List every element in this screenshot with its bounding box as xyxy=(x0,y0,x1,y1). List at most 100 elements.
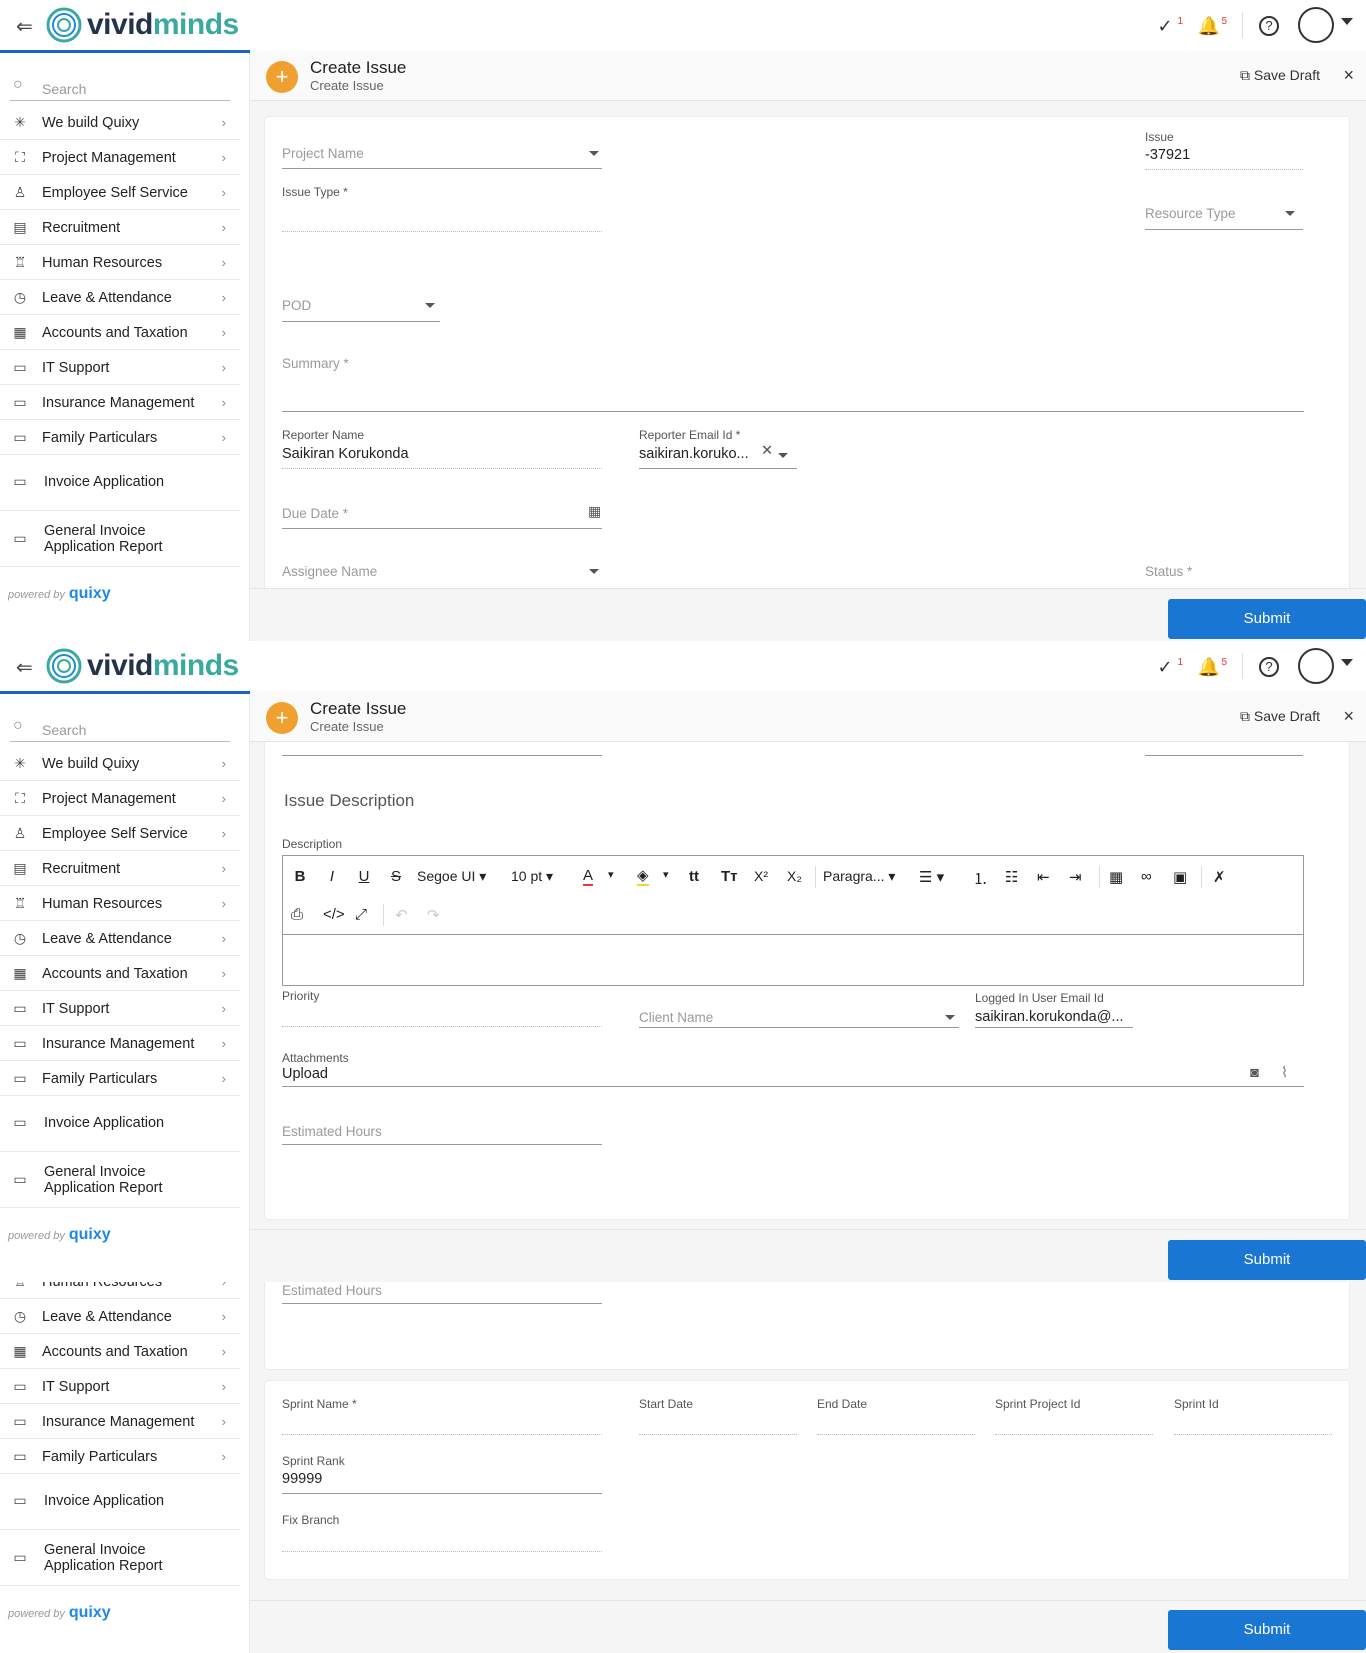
dropdown-arrow-icon[interactable] xyxy=(778,453,788,458)
undo-icon[interactable]: ↶ xyxy=(395,906,408,924)
priority-field[interactable] xyxy=(282,1026,602,1027)
print-icon[interactable]: ⎙ xyxy=(291,906,303,923)
sidebar-item-we-build-quixy[interactable]: ✳ We build Quixy › xyxy=(0,746,240,781)
subscript-button[interactable]: X₂ xyxy=(787,868,802,884)
bold-button[interactable]: B xyxy=(291,868,309,885)
unordered-list-icon[interactable]: ☷ xyxy=(1005,868,1018,886)
sidebar-item-it-support[interactable]: ▭ IT Support › xyxy=(0,1369,240,1404)
sidebar-item-human-resources[interactable]: ♖ Human Resources › xyxy=(0,886,240,921)
font-family-select[interactable]: Segoe UI ▾ xyxy=(417,868,486,885)
sidebar-item-project-management[interactable]: ⛶ Project Management › xyxy=(0,781,240,816)
sidebar-item-insurance-management[interactable]: ▭ Insurance Management › xyxy=(0,385,240,420)
align-left-icon[interactable]: ☰ ▾ xyxy=(919,868,944,886)
client-name-field[interactable]: Client Name xyxy=(639,1010,713,1025)
sprint-project-id-field[interactable] xyxy=(995,1434,1153,1435)
sidebar-item-leave-attendance[interactable]: ◷ Leave & Attendance › xyxy=(0,921,240,956)
project-name-field[interactable]: Project Name xyxy=(282,146,364,161)
dropdown-arrow-icon[interactable] xyxy=(589,569,599,574)
sidebar-item-recruitment[interactable]: ▤ Recruitment › xyxy=(0,851,240,886)
assignee-name-field[interactable]: Assignee Name xyxy=(282,564,377,579)
clear-format-icon[interactable]: ✗ xyxy=(1213,868,1226,886)
sprint-id-field[interactable] xyxy=(1174,1434,1332,1435)
dropdown-arrow-icon[interactable] xyxy=(945,1015,955,1020)
chevron-down-icon[interactable]: ▾ xyxy=(608,868,614,881)
sidebar-item-invoice-application[interactable]: ▭ Invoice Application xyxy=(0,455,240,511)
sidebar-item-it-support[interactable]: ▭ IT Support › xyxy=(0,350,240,385)
image-icon[interactable]: ▣ xyxy=(1173,868,1187,886)
paragraph-format-select[interactable]: Paragra... ▾ xyxy=(823,868,895,885)
close-button[interactable]: × xyxy=(1343,706,1354,727)
resource-type-field[interactable]: Resource Type xyxy=(1145,206,1236,221)
fullscreen-icon[interactable]: ⤢ xyxy=(355,906,367,923)
indent-icon[interactable]: ⇥ xyxy=(1069,868,1082,886)
submit-button[interactable]: Submit xyxy=(1168,1610,1366,1650)
start-date-field[interactable] xyxy=(639,1434,797,1435)
highlight-color-icon[interactable]: ◈ xyxy=(637,868,649,886)
sidebar-item-invoice-application[interactable]: ▭ Invoice Application xyxy=(0,1474,240,1530)
font-size-select[interactable]: 10 pt ▾ xyxy=(511,868,553,885)
sprint-rank-field[interactable]: 99999 xyxy=(282,1471,322,1487)
sidebar-item-accounts-taxation[interactable]: ▦ Accounts and Taxation › xyxy=(0,315,240,350)
sidebar-item-leave-attendance[interactable]: ◷ Leave & Attendance › xyxy=(0,280,240,315)
sidebar-item-insurance-management[interactable]: ▭ Insurance Management › xyxy=(0,1404,240,1439)
close-button[interactable]: × xyxy=(1343,65,1354,86)
upload-field[interactable]: Upload xyxy=(282,1066,328,1082)
strikethrough-button[interactable]: S xyxy=(387,868,405,885)
collapse-menu-icon[interactable]: ⇐ xyxy=(16,14,33,39)
help-icon[interactable]: ? xyxy=(1259,657,1279,677)
bell-icon[interactable]: 🔔 5 xyxy=(1197,14,1227,38)
submit-button[interactable]: Submit xyxy=(1168,1240,1366,1280)
superscript-button[interactable]: X² xyxy=(754,868,768,884)
sidebar-item-family-particulars[interactable]: ▭ Family Particulars › xyxy=(0,1061,240,1096)
paperclip-icon[interactable]: ⌇ xyxy=(1281,1065,1288,1081)
summary-field[interactable]: Summary * xyxy=(282,356,349,371)
pod-field[interactable]: POD xyxy=(282,298,311,313)
save-draft-button[interactable]: ⧉ Save Draft xyxy=(1240,708,1320,725)
sidebar-item-invoice-application[interactable]: ▭ Invoice Application xyxy=(0,1096,240,1152)
search-input[interactable]: Search xyxy=(42,722,86,738)
italic-button[interactable]: I xyxy=(323,868,341,885)
table-icon[interactable]: ▦ xyxy=(1109,868,1123,886)
lowercase-icon[interactable]: tt xyxy=(689,868,699,885)
check-circle-icon[interactable]: ✓ 1 xyxy=(1153,14,1183,38)
dropdown-arrow-icon[interactable] xyxy=(589,151,599,156)
chevron-down-icon[interactable]: ▾ xyxy=(663,868,669,881)
sidebar-item-general-invoice-report[interactable]: ▭ General Invoice Application Report xyxy=(0,1530,240,1586)
dropdown-arrow-icon[interactable] xyxy=(1285,211,1295,216)
sidebar-item-project-management[interactable]: ⛶ Project Management › xyxy=(0,140,240,175)
code-view-icon[interactable]: </> xyxy=(323,906,345,923)
estimated-hours-field[interactable]: Estimated Hours xyxy=(282,1283,382,1298)
sidebar-item-recruitment[interactable]: ▤ Recruitment › xyxy=(0,210,240,245)
estimated-hours-field[interactable]: Estimated Hours xyxy=(282,1124,382,1139)
sidebar-item-family-particulars[interactable]: ▭ Family Particulars › xyxy=(0,1439,240,1474)
sidebar-item-general-invoice-report[interactable]: ▭ General Invoice Application Report xyxy=(0,1152,240,1208)
sidebar-item-we-build-quixy[interactable]: ✳ We build Quixy › xyxy=(0,105,240,140)
sidebar-item-family-particulars[interactable]: ▭ Family Particulars › xyxy=(0,420,240,455)
sidebar-search[interactable]: ○ Search xyxy=(10,73,230,101)
check-circle-icon[interactable]: ✓ 1 xyxy=(1153,655,1183,679)
sidebar-item-insurance-management[interactable]: ▭ Insurance Management › xyxy=(0,1026,240,1061)
sidebar-item-employee-self-service[interactable]: ♙ Employee Self Service › xyxy=(0,175,240,210)
underline-button[interactable]: U xyxy=(355,868,373,885)
sidebar-item-human-resources[interactable]: ♖ Human Resources › xyxy=(0,1282,240,1299)
search-input[interactable]: Search xyxy=(42,81,86,97)
bell-icon[interactable]: 🔔 5 xyxy=(1197,655,1227,679)
user-avatar-icon[interactable] xyxy=(1298,648,1334,684)
submit-button[interactable]: Submit xyxy=(1168,599,1366,639)
sidebar-search[interactable]: ○ Search xyxy=(10,714,230,742)
fix-branch-field[interactable] xyxy=(282,1551,602,1552)
sidebar-item-general-invoice-report[interactable]: ▭ General Invoice Application Report xyxy=(0,511,240,567)
clear-icon[interactable]: ✕ xyxy=(761,443,773,459)
due-date-field[interactable]: Due Date * xyxy=(282,506,348,521)
collapse-menu-icon[interactable]: ⇐ xyxy=(16,655,33,680)
sidebar-item-accounts-taxation[interactable]: ▦ Accounts and Taxation › xyxy=(0,956,240,991)
chevron-down-icon[interactable] xyxy=(1341,18,1353,25)
sidebar-item-human-resources[interactable]: ♖ Human Resources › xyxy=(0,245,240,280)
dropdown-arrow-icon[interactable] xyxy=(425,303,435,308)
save-draft-button[interactable]: ⧉ Save Draft xyxy=(1240,67,1320,84)
sidebar-item-accounts-taxation[interactable]: ▦ Accounts and Taxation › xyxy=(0,1334,240,1369)
outdent-icon[interactable]: ⇤ xyxy=(1037,868,1050,886)
end-date-field[interactable] xyxy=(817,1434,975,1435)
uppercase-icon[interactable]: Tт xyxy=(721,868,738,885)
camera-icon[interactable]: ◙ xyxy=(1250,1065,1259,1081)
